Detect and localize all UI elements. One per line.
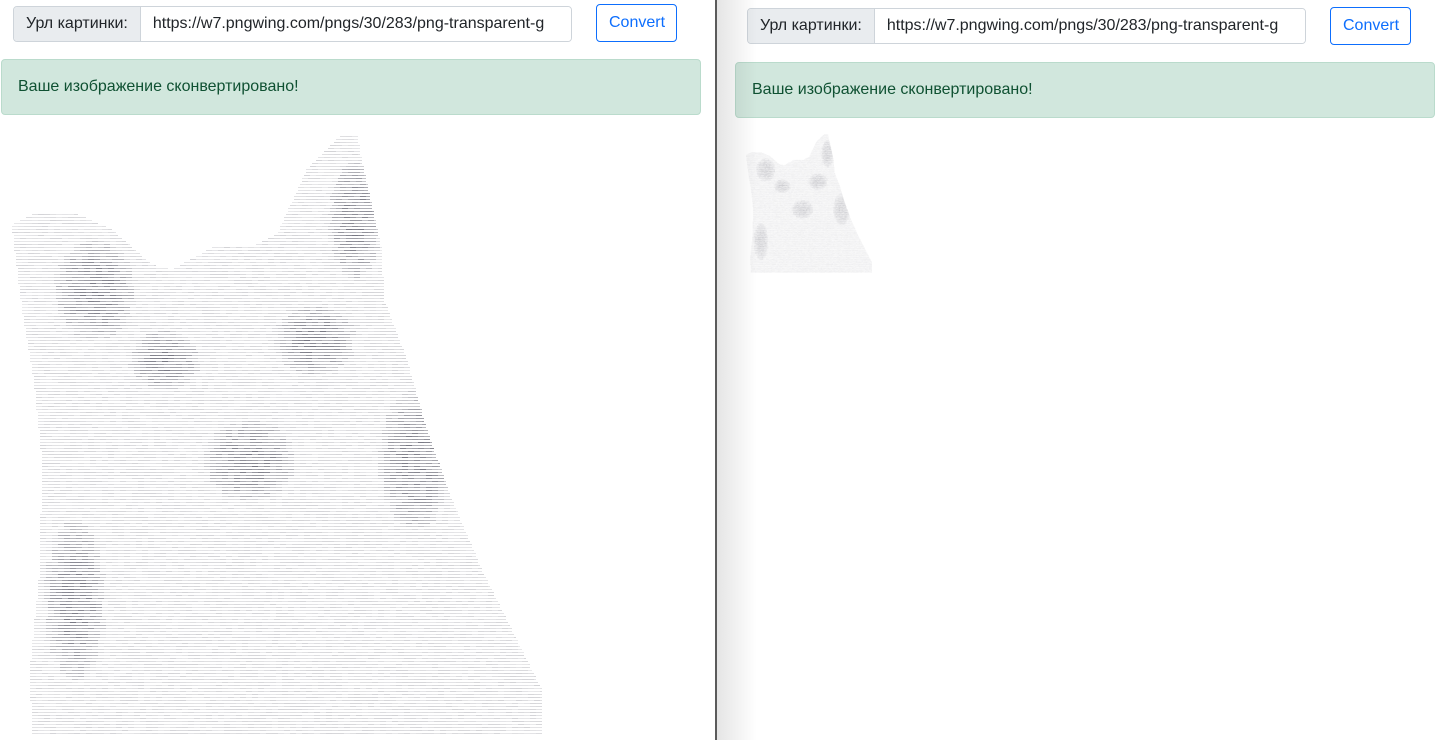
url-input[interactable] <box>140 7 571 41</box>
ascii-art-image <box>12 136 542 734</box>
url-input-label: Урл картинки: <box>14 7 141 41</box>
convert-button[interactable]: Convert <box>596 4 677 42</box>
url-input-group: Урл картинки: <box>13 6 572 42</box>
success-alert: Ваше изображение сконвертировано! <box>1 59 701 115</box>
left-pane: Урл картинки: Convert Ваше изображение с… <box>0 0 715 740</box>
